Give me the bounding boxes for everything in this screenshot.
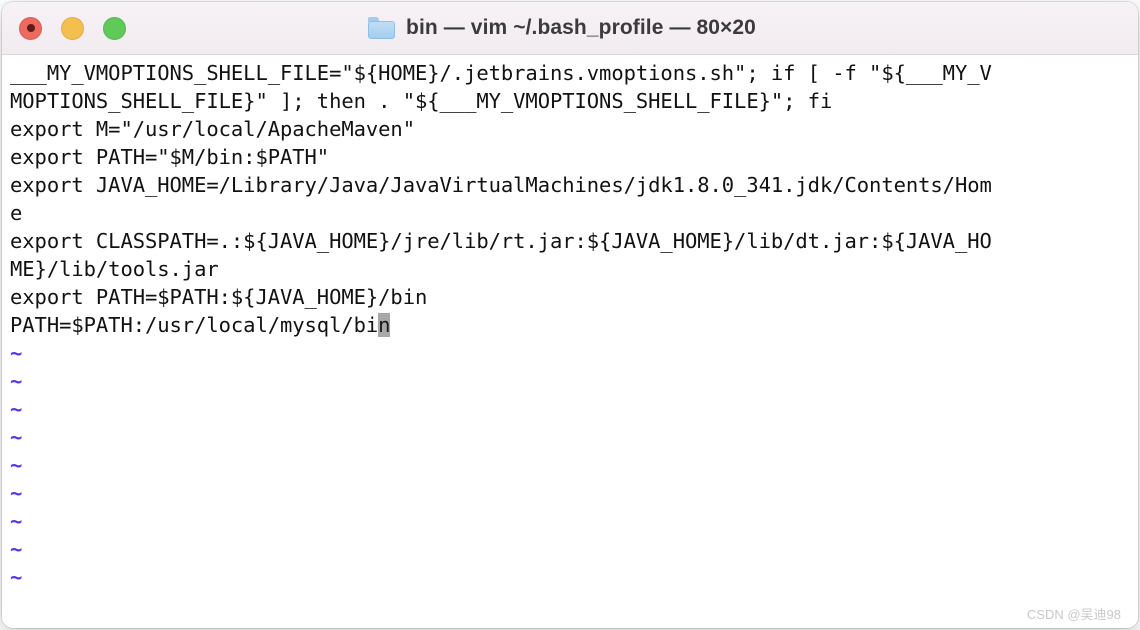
vim-empty-line: ~ xyxy=(10,537,23,561)
vim-empty-line: ~ xyxy=(10,341,23,365)
close-icon xyxy=(26,24,35,32)
vim-text-line: export JAVA_HOME=/Library/Java/JavaVirtu… xyxy=(10,173,992,197)
page-title: bin — vim ~/.bash_profile — 80×20 xyxy=(406,16,756,39)
vim-empty-line: ~ xyxy=(10,425,23,449)
screenshot-root: bin — vim ~/.bash_profile — 80×20 ___MY_… xyxy=(0,0,1140,630)
text-cursor: n xyxy=(378,313,391,337)
vim-text-line: export PATH=$PATH:${JAVA_HOME}/bin xyxy=(10,285,428,309)
folder-icon xyxy=(368,17,396,39)
vim-text-line: e xyxy=(10,201,23,225)
vim-line-text: PATH=$PATH:/usr/local/mysql/bi xyxy=(10,313,379,337)
vim-empty-line: ~ xyxy=(10,397,23,421)
terminal-body[interactable]: ___MY_VMOPTIONS_SHELL_FILE="${HOME}/.jet… xyxy=(2,55,1138,628)
vim-buffer: ___MY_VMOPTIONS_SHELL_FILE="${HOME}/.jet… xyxy=(2,59,1138,591)
vim-empty-line: ~ xyxy=(10,509,23,533)
maximize-button[interactable] xyxy=(103,16,126,40)
vim-text-line: ___MY_VMOPTIONS_SHELL_FILE="${HOME}/.jet… xyxy=(10,61,992,85)
vim-text-line: PATH=$PATH:/usr/local/mysql/bin xyxy=(2,311,1138,339)
vim-empty-line: ~ xyxy=(10,453,23,477)
watermark: CSDN @吴迪98 xyxy=(1026,607,1121,622)
window-controls xyxy=(19,2,126,54)
vim-text-line: export M="/usr/local/ApacheMaven" xyxy=(10,117,415,141)
terminal-window: bin — vim ~/.bash_profile — 80×20 ___MY_… xyxy=(2,2,1138,628)
vim-text-line: MOPTIONS_SHELL_FILE}" ]; then . "${___MY… xyxy=(10,89,833,113)
window-titlebar[interactable]: bin — vim ~/.bash_profile — 80×20 xyxy=(2,2,1138,55)
vim-empty-line: ~ xyxy=(10,565,23,589)
window-title-group: bin — vim ~/.bash_profile — 80×20 xyxy=(368,16,756,40)
vim-text-line: export PATH="$M/bin:$PATH" xyxy=(10,145,330,169)
close-button[interactable] xyxy=(19,16,42,40)
vim-empty-line: ~ xyxy=(10,369,23,393)
vim-text-line: ME}/lib/tools.jar xyxy=(10,257,219,281)
minimize-button[interactable] xyxy=(61,16,84,40)
vim-text-line: export CLASSPATH=.:${JAVA_HOME}/jre/lib/… xyxy=(10,229,992,253)
vim-empty-line: ~ xyxy=(10,481,23,505)
